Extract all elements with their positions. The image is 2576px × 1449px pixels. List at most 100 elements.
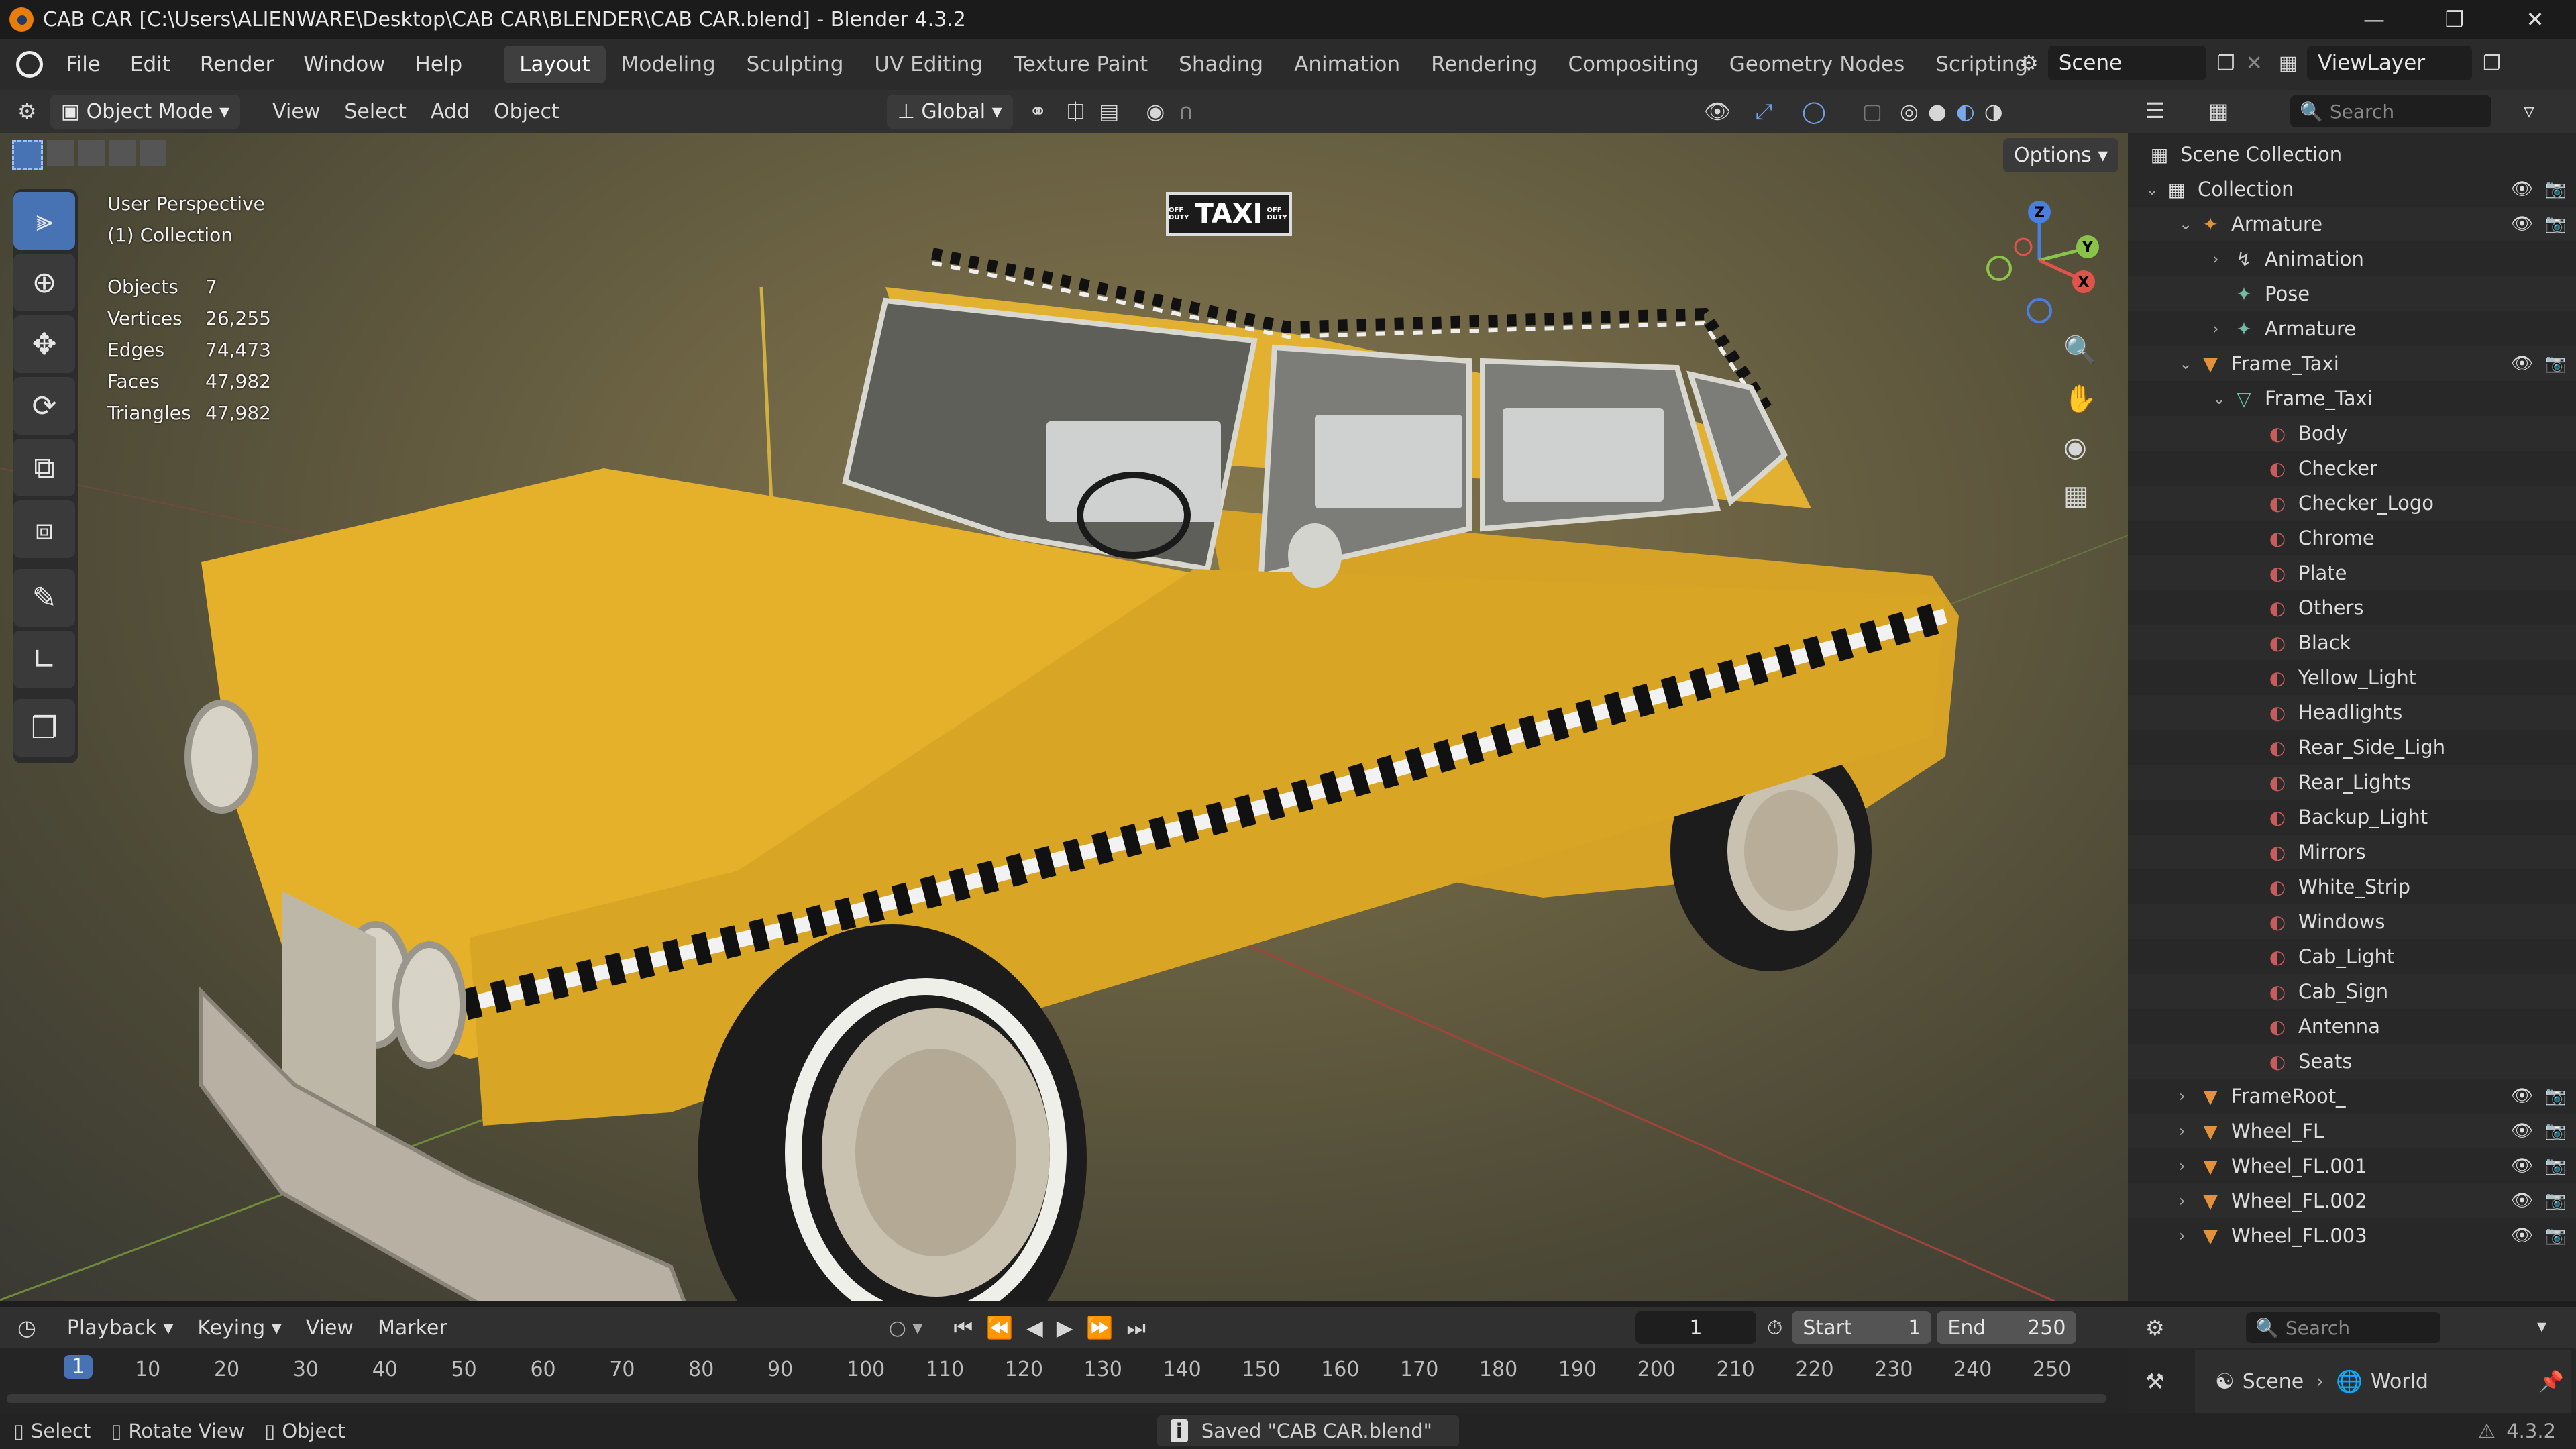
transform-tool-icon[interactable]: ⧈: [13, 500, 75, 558]
chevron-down-icon[interactable]: ⌄: [2212, 389, 2233, 408]
outliner-item[interactable]: ◐ Checker: [2128, 451, 2576, 486]
orientation-dropdown[interactable]: ⊥ Global ▾: [886, 94, 1013, 129]
chevron-down-icon[interactable]: ⌄: [2145, 180, 2165, 199]
close-button[interactable]: ✕: [2498, 0, 2572, 39]
navigation-gizmo[interactable]: Z Y X: [1972, 193, 2106, 327]
outliner-item[interactable]: › ▼ FrameRoot_ 👁 📷: [2128, 1079, 2576, 1114]
tab-animation[interactable]: Animation: [1279, 46, 1415, 83]
timeline[interactable]: 1 10 20 30 40 50 60 70 80 90 100 110 120 130 140 150 160…: [0, 1348, 2128, 1413]
outliner-item[interactable]: ◐ Others: [2128, 590, 2576, 625]
falloff-icon[interactable]: ∩: [1178, 99, 1193, 124]
outliner-item[interactable]: ◐ Plate: [2128, 555, 2576, 590]
visibility-eye-icon[interactable]: 👁: [2511, 1086, 2533, 1106]
scale-tool-icon[interactable]: ⧉: [13, 439, 75, 496]
chevron-down-icon[interactable]: ⌄: [2179, 354, 2199, 373]
outliner-item[interactable]: ⌄ ✦ Armature 👁 📷: [2128, 207, 2576, 241]
menu-object[interactable]: Object: [482, 96, 572, 127]
viewlayer-icon[interactable]: ▦: [2279, 52, 2298, 75]
zoom-icon[interactable]: 🔍: [2063, 334, 2097, 366]
timeline-editor-icon[interactable]: ◷: [17, 1315, 36, 1340]
chevron-right-icon[interactable]: ›: [2212, 319, 2233, 338]
start-frame-field[interactable]: Start 1: [1792, 1311, 1932, 1344]
preview-range-icon[interactable]: ⏱: [1767, 1316, 1782, 1340]
visibility-eye-icon[interactable]: 👁: [2511, 1191, 2533, 1211]
chevron-right-icon[interactable]: ›: [2179, 1226, 2199, 1245]
filter-icon[interactable]: ▿: [2524, 98, 2534, 123]
visibility-eye-icon[interactable]: 👁: [2511, 179, 2533, 199]
visibility-eye-icon[interactable]: 👁: [2511, 1226, 2533, 1246]
outliner-item[interactable]: ◐ Cab_Light: [2128, 939, 2576, 974]
material-shading-icon[interactable]: ◐: [1956, 99, 1975, 124]
visibility-icon[interactable]: 👁: [1704, 99, 1731, 124]
end-frame-field[interactable]: End 250: [1937, 1311, 2077, 1344]
tab-sculpting[interactable]: Sculpting: [731, 46, 859, 83]
proportional-edit-icon[interactable]: ◉: [1146, 99, 1165, 124]
menu-keying[interactable]: Keying ▾: [185, 1312, 293, 1344]
render-camera-icon[interactable]: 📷: [2545, 354, 2567, 374]
pin-icon[interactable]: 📌: [2539, 1370, 2564, 1393]
gizmo-icon[interactable]: ⤢: [1755, 99, 1772, 125]
outliner-item[interactable]: ◐ Antenna: [2128, 1009, 2576, 1044]
outliner-item[interactable]: ◐ Checker_Logo: [2128, 486, 2576, 521]
outliner-item[interactable]: ◐ Black: [2128, 625, 2576, 660]
snap-target-icon[interactable]: ▤: [1099, 99, 1119, 124]
add-cube-tool-icon[interactable]: ❐: [13, 699, 75, 757]
tab-rendering[interactable]: Rendering: [1415, 46, 1552, 83]
render-camera-icon[interactable]: 📷: [2545, 1086, 2567, 1106]
outliner-item[interactable]: ◐ Seats: [2128, 1044, 2576, 1079]
mode-dropdown[interactable]: ▣ Object Mode ▾: [50, 94, 241, 129]
render-camera-icon[interactable]: 📷: [2545, 179, 2567, 199]
tab-layout[interactable]: Layout: [504, 46, 606, 83]
delete-scene-icon[interactable]: ✕: [2246, 52, 2263, 75]
display-mode-icon[interactable]: ▦: [2208, 98, 2229, 123]
menu-select[interactable]: Select: [332, 96, 419, 127]
pan-hand-icon[interactable]: ✋: [2063, 383, 2097, 415]
outliner-item[interactable]: ◐ Chrome: [2128, 521, 2576, 555]
tool-properties-icon[interactable]: ⚒: [2145, 1368, 2165, 1394]
xray-icon[interactable]: ▢: [1862, 99, 1882, 124]
outliner-item[interactable]: ◐ Yellow_Light: [2128, 660, 2576, 695]
outliner-item[interactable]: ◐ Headlights: [2128, 695, 2576, 730]
outliner-item[interactable]: ✦ Pose: [2128, 276, 2576, 311]
scene-field[interactable]: Scene: [2047, 46, 2206, 80]
select-subtract-icon[interactable]: [78, 140, 105, 166]
menu-playback[interactable]: Playback ▾: [55, 1312, 185, 1344]
snap-icon[interactable]: ⎅: [1067, 99, 1085, 125]
outliner-item[interactable]: ⌄ ▽ Frame_Taxi: [2128, 381, 2576, 416]
menu-render[interactable]: Render: [185, 52, 288, 76]
outliner-search-input[interactable]: 🔍 Search: [2290, 95, 2491, 127]
visibility-eye-icon[interactable]: 👁: [2511, 214, 2533, 234]
outliner-item[interactable]: ◐ Body: [2128, 416, 2576, 451]
viewlayer-field[interactable]: ViewLayer: [2307, 46, 2473, 80]
properties-options-icon[interactable]: ▾: [2537, 1315, 2546, 1337]
select-invert-icon[interactable]: [109, 140, 136, 166]
scene-selector-icon[interactable]: ⚙: [2019, 50, 2039, 76]
annotate-tool-icon[interactable]: ✎: [13, 569, 75, 627]
prev-keyframe-icon[interactable]: ⏪: [986, 1315, 1013, 1340]
auto-key-icon[interactable]: ○ ▾: [889, 1316, 923, 1340]
select-extend-icon[interactable]: [47, 140, 74, 166]
render-camera-icon[interactable]: 📷: [2545, 1226, 2567, 1246]
chevron-down-icon[interactable]: ⌄: [2179, 215, 2199, 233]
blender-menu-icon[interactable]: [16, 51, 43, 78]
minimize-button[interactable]: —: [2337, 0, 2411, 39]
outliner-item[interactable]: › ▼ Wheel_FL.002 👁 📷: [2128, 1183, 2576, 1218]
camera-view-icon[interactable]: ◉: [2063, 432, 2097, 463]
jump-start-icon[interactable]: ⏮: [953, 1315, 973, 1341]
outliner-item[interactable]: ◐ White_Strip: [2128, 869, 2576, 904]
outliner-editor-icon[interactable]: ☰: [2145, 98, 2165, 123]
timeline-scrollbar[interactable]: [7, 1394, 2106, 1403]
chevron-right-icon[interactable]: ›: [2179, 1191, 2199, 1210]
menu-edit[interactable]: Edit: [115, 52, 185, 76]
outliner-item[interactable]: ◐ Backup_Light: [2128, 800, 2576, 835]
outliner-item[interactable]: ◐ Windows: [2128, 904, 2576, 939]
visibility-eye-icon[interactable]: 👁: [2511, 1156, 2533, 1176]
current-frame-field[interactable]: 1: [1635, 1311, 1756, 1344]
tab-geometry-nodes[interactable]: Geometry Nodes: [1714, 46, 1921, 83]
menu-help[interactable]: Help: [400, 52, 478, 76]
outliner-item[interactable]: › ▼ Wheel_FL.003 👁 📷: [2128, 1218, 2576, 1253]
outliner-item[interactable]: ◐ Cab_Sign: [2128, 974, 2576, 1009]
menu-add[interactable]: Add: [419, 96, 482, 127]
render-camera-icon[interactable]: 📷: [2545, 1156, 2567, 1176]
chevron-right-icon[interactable]: ›: [2212, 250, 2233, 268]
